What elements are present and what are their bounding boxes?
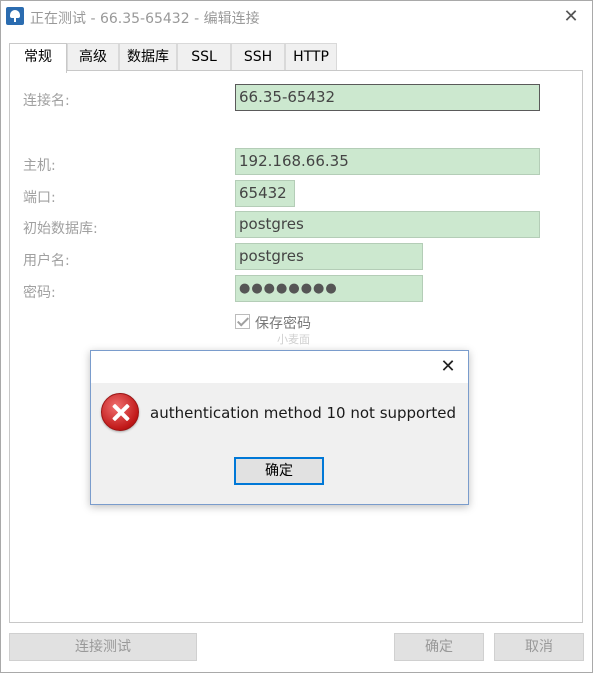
- username-label: 用户名:: [23, 253, 70, 269]
- watermark-text: 小麦面: [277, 333, 310, 346]
- host-field[interactable]: 192.168.66.35: [235, 148, 540, 175]
- tab-databases[interactable]: 数据库: [119, 43, 177, 71]
- tab-http[interactable]: HTTP: [285, 43, 337, 71]
- title-bar: 正在测试 - 66.35-65432 - 编辑连接 ✕: [1, 1, 592, 33]
- cancel-button[interactable]: 取消: [494, 633, 584, 661]
- error-icon: [101, 393, 139, 431]
- initial-database-label: 初始数据库:: [23, 221, 98, 237]
- password-label: 密码:: [23, 285, 56, 301]
- save-password-checkbox[interactable]: [235, 314, 250, 329]
- tab-ssl[interactable]: SSL: [177, 43, 231, 71]
- host-label: 主机:: [23, 158, 56, 174]
- ok-button[interactable]: 确定: [394, 633, 484, 661]
- username-field[interactable]: postgres: [235, 243, 423, 270]
- port-label: 端口:: [23, 190, 56, 206]
- tab-advanced[interactable]: 高级: [67, 43, 119, 71]
- port-field[interactable]: 65432: [235, 180, 295, 207]
- window-close-icon[interactable]: ✕: [556, 4, 586, 30]
- dialog-title-bar: ✕: [91, 351, 468, 383]
- connection-name-label: 连接名:: [23, 93, 70, 109]
- connection-editor-window: 正在测试 - 66.35-65432 - 编辑连接 ✕ 常规 高级 数据库 SS…: [0, 0, 593, 673]
- dialog-body: authentication method 10 not supported 确…: [91, 383, 468, 504]
- window-title: 正在测试 - 66.35-65432 - 编辑连接: [30, 11, 260, 27]
- test-connection-button[interactable]: 连接测试: [9, 633, 197, 661]
- connection-name-field[interactable]: 66.35-65432: [235, 84, 540, 111]
- app-icon: [6, 7, 24, 25]
- error-dialog: ✕ authentication method 10 not supported…: [90, 350, 469, 505]
- tab-general[interactable]: 常规: [9, 43, 67, 73]
- dialog-ok-button[interactable]: 确定: [234, 457, 324, 485]
- tab-ssh[interactable]: SSH: [231, 43, 285, 71]
- error-message: authentication method 10 not supported: [150, 404, 457, 422]
- password-field[interactable]: ●●●●●●●●: [235, 275, 423, 302]
- dialog-close-icon[interactable]: ✕: [433, 353, 463, 381]
- initial-database-field[interactable]: postgres: [235, 211, 540, 238]
- save-password-label: 保存密码: [255, 316, 311, 332]
